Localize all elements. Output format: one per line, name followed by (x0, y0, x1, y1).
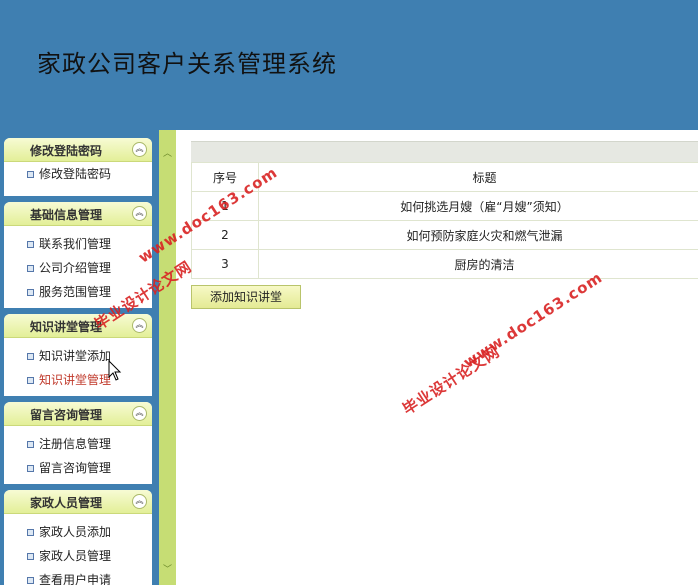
collapse-icon[interactable]: ︽ (132, 142, 147, 157)
sidebar-item-label: 留言咨询管理 (39, 461, 112, 475)
menu-group-header[interactable]: 修改登陆密码 ︽ (4, 138, 152, 162)
sidebar: 修改登陆密码 ︽ 修改登陆密码 基础信息管理 ︽ 联系我们管理 公司介绍管理 服… (0, 130, 163, 585)
sidebar-item-label: 查看用户申请 (39, 573, 112, 585)
row-title[interactable]: 厨房的清洁 (258, 249, 698, 279)
collapse-icon[interactable]: ︽ (132, 206, 147, 221)
table-row: 3 厨房的清洁 (191, 249, 698, 279)
row-index: 3 (191, 249, 259, 279)
sidebar-item-staff-manage[interactable]: 家政人员管理 (4, 544, 152, 568)
menu-group-title: 家政人员管理 (29, 496, 102, 510)
sidebar-item-knowledge-manage[interactable]: 知识讲堂管理 (4, 368, 152, 392)
sidebar-item-messages[interactable]: 留言咨询管理 (4, 456, 152, 480)
table-row: 2 如何预防家庭火灾和燃气泄漏 (191, 220, 698, 250)
sidebar-item-label: 家政人员添加 (39, 525, 112, 539)
sidebar-item-label: 公司介绍管理 (39, 261, 112, 275)
bullet-icon (27, 465, 34, 472)
scroll-up-icon[interactable]: ︿ (163, 146, 172, 159)
sidebar-item-label: 知识讲堂添加 (39, 349, 112, 363)
menu-group-staff: 家政人员管理 ︽ 家政人员添加 家政人员管理 查看用户申请 (4, 490, 152, 585)
menu-group-messages: 留言咨询管理 ︽ 注册信息管理 留言咨询管理 (4, 402, 152, 484)
table-row: 1 如何挑选月嫂（雇“月嫂”须知） (191, 191, 698, 221)
bullet-icon (27, 553, 34, 560)
menu-group-header[interactable]: 基础信息管理 ︽ (4, 202, 152, 226)
sidebar-item-contact[interactable]: 联系我们管理 (4, 232, 152, 256)
mouse-cursor-icon (108, 360, 122, 381)
sidebar-item-company-intro[interactable]: 公司介绍管理 (4, 256, 152, 280)
column-header-title: 标题 (258, 162, 698, 192)
bullet-icon (27, 171, 34, 178)
sidebar-item-user-requests[interactable]: 查看用户申请 (4, 568, 152, 585)
bullet-icon (27, 265, 34, 272)
add-knowledge-button[interactable]: 添加知识讲堂 (191, 285, 301, 309)
menu-group-title: 基础信息管理 (29, 208, 102, 222)
menu-group-title: 留言咨询管理 (29, 408, 102, 422)
menu-group-knowledge: 知识讲堂管理 ︽ 知识讲堂添加 知识讲堂管理 (4, 314, 152, 396)
collapse-icon[interactable]: ︽ (132, 494, 147, 509)
scroll-down-icon[interactable]: ﹀ (163, 562, 172, 575)
bullet-icon (27, 529, 34, 536)
sidebar-item-knowledge-add[interactable]: 知识讲堂添加 (4, 344, 152, 368)
bullet-icon (27, 577, 34, 584)
menu-group-password: 修改登陆密码 ︽ 修改登陆密码 (4, 138, 152, 196)
menu-group-header[interactable]: 知识讲堂管理 ︽ (4, 314, 152, 338)
row-title[interactable]: 如何预防家庭火灾和燃气泄漏 (258, 220, 698, 250)
sidebar-item-label: 修改登陆密码 (39, 167, 112, 181)
table-title-bar (191, 141, 698, 162)
sidebar-item-registration[interactable]: 注册信息管理 (4, 432, 152, 456)
menu-group-title: 修改登陆密码 (29, 144, 102, 158)
bullet-icon (27, 353, 34, 360)
sidebar-item-label: 家政人员管理 (39, 549, 112, 563)
row-title[interactable]: 如何挑选月嫂（雇“月嫂”须知） (258, 191, 698, 221)
sidebar-item-label: 知识讲堂管理 (39, 373, 112, 387)
sidebar-item-change-password[interactable]: 修改登陆密码 (4, 162, 152, 186)
bullet-icon (27, 241, 34, 248)
header-banner: 家政公司客户关系管理系统 (0, 0, 698, 130)
sidebar-scrollbar[interactable]: ︿ ﹀ (159, 130, 176, 585)
bullet-icon (27, 289, 34, 296)
sidebar-item-label: 联系我们管理 (39, 237, 112, 251)
bullet-icon (27, 441, 34, 448)
collapse-icon[interactable]: ︽ (132, 318, 147, 333)
collapse-icon[interactable]: ︽ (132, 406, 147, 421)
app-title: 家政公司客户关系管理系统 (37, 50, 337, 78)
sidebar-item-label: 注册信息管理 (39, 437, 112, 451)
sidebar-item-staff-add[interactable]: 家政人员添加 (4, 520, 152, 544)
main-content: 序号 标题 1 如何挑选月嫂（雇“月嫂”须知） 2 如何预防家庭火灾和燃气泄漏 … (176, 130, 698, 585)
sidebar-item-label: 服务范围管理 (39, 285, 112, 299)
menu-group-header[interactable]: 家政人员管理 ︽ (4, 490, 152, 514)
bullet-icon (27, 377, 34, 384)
menu-group-header[interactable]: 留言咨询管理 ︽ (4, 402, 152, 426)
